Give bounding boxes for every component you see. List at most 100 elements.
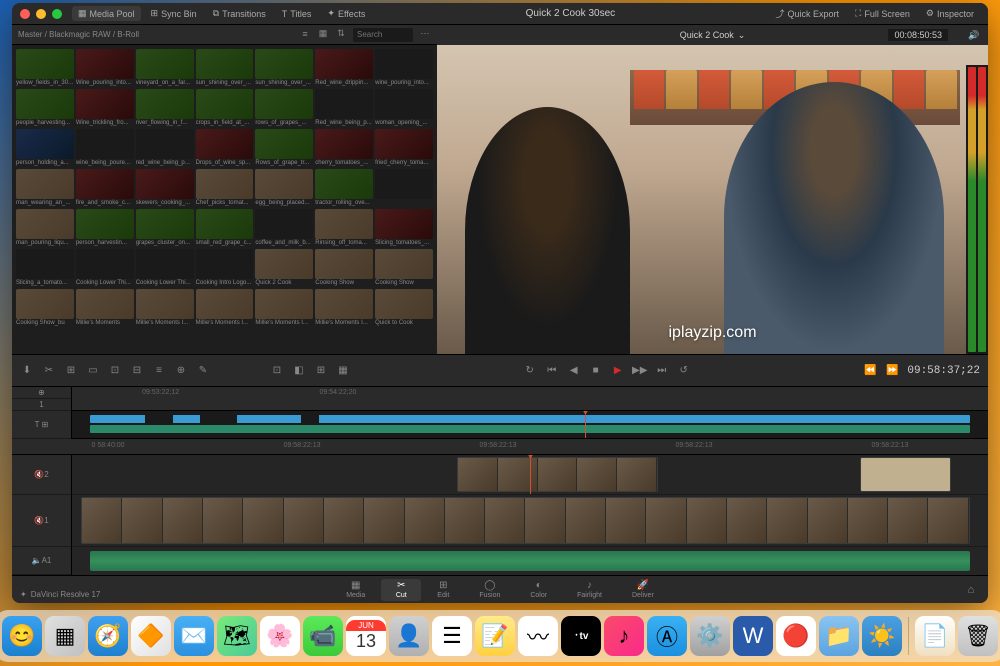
boring-detector-icon[interactable]: ⊡ xyxy=(270,364,284,378)
dock-maps[interactable]: 🗺 xyxy=(217,616,257,656)
media-clip-item[interactable]: vineyard_on_a_far... xyxy=(136,49,194,87)
loop-icon[interactable]: ↻ xyxy=(523,364,537,378)
full-screen-button[interactable]: ⛶Full Screen xyxy=(849,5,916,22)
tool-icon[interactable]: ⊟ xyxy=(130,364,144,378)
home-button[interactable]: ⌂ xyxy=(964,583,978,597)
media-clip-item[interactable]: fried_cherry_toma... xyxy=(375,129,433,167)
play-button[interactable]: ▶ xyxy=(611,364,625,378)
media-clip-item[interactable]: woman_opening_... xyxy=(375,89,433,127)
media-clip-item[interactable]: rows_of_grapes_... xyxy=(255,89,313,127)
minimize-window-button[interactable] xyxy=(36,9,46,19)
grid-view-icon[interactable]: ▦ xyxy=(317,28,329,40)
dock-chrome[interactable]: 🔴 xyxy=(776,616,816,656)
media-clip-item[interactable]: Chef_picks_tomat... xyxy=(196,169,254,207)
dock-music[interactable]: ♪ xyxy=(604,616,644,656)
tab-media-pool[interactable]: ▦Media Pool xyxy=(72,6,141,21)
video-clip[interactable] xyxy=(457,457,659,492)
media-clip-item[interactable]: Millie's Moments I... xyxy=(315,289,373,327)
media-clip-item[interactable]: Cooking Show_bu xyxy=(16,289,74,327)
dock-trash[interactable]: 🗑 xyxy=(958,616,998,656)
media-clip-item[interactable]: Wine_pouring_into... xyxy=(76,49,134,87)
mute-icon[interactable]: 🔇 xyxy=(34,516,44,525)
media-clip-item[interactable]: Red_wine_being_p... xyxy=(315,89,373,127)
media-clip-item[interactable]: Millie's Moments I... xyxy=(136,289,194,327)
search-input[interactable] xyxy=(353,28,413,42)
media-clip-item[interactable]: Red_wine_drippin... xyxy=(315,49,373,87)
media-clip-item[interactable]: Slicing_tomatoes_... xyxy=(375,209,433,247)
dock-contacts[interactable]: 👤 xyxy=(389,616,429,656)
media-clip-item[interactable] xyxy=(375,169,433,207)
dock-calendar[interactable]: JUN13 xyxy=(346,616,386,656)
media-clip-item[interactable]: sun_shining_over_... xyxy=(255,49,313,87)
audio-track-1[interactable] xyxy=(72,547,988,575)
video-track-1[interactable] xyxy=(72,495,988,547)
tool-icon[interactable]: ✎ xyxy=(196,364,210,378)
viewer-clip-dropdown[interactable]: Quick 2 Cook ⌄ xyxy=(680,30,746,41)
media-clip-item[interactable]: crops_in_field_at_... xyxy=(196,89,254,127)
media-clip-item[interactable]: egg_being_placed... xyxy=(255,169,313,207)
track-index[interactable]: 1 xyxy=(12,399,71,411)
media-clip-item[interactable]: coffee_and_milk_b... xyxy=(255,209,313,247)
stop-icon[interactable]: ■ xyxy=(589,364,603,378)
playhead[interactable] xyxy=(530,455,531,494)
page-tab-cut[interactable]: ✂Cut xyxy=(381,579,421,601)
sort-icon[interactable]: ⇅ xyxy=(335,28,347,40)
media-clip-item[interactable]: Millie's Moments I... xyxy=(255,289,313,327)
tool-icon[interactable]: ⊞ xyxy=(314,364,328,378)
media-pool-grid[interactable]: yellow_fields_in_30...Wine_pouring_into.… xyxy=(12,45,437,354)
media-clip-item[interactable]: man_wearing_an_... xyxy=(16,169,74,207)
dock-word[interactable]: W xyxy=(733,616,773,656)
timeline-ruler-overview[interactable]: ⊕ 1 09:53:22;1209:54:22;20 xyxy=(12,387,988,411)
media-clip-item[interactable]: fire_and_smoke_c... xyxy=(76,169,134,207)
dock-tv[interactable]: ᛫tv xyxy=(561,616,601,656)
tool-icon[interactable]: ▦ xyxy=(336,364,350,378)
tab-transitions[interactable]: ⧉Transitions xyxy=(207,6,272,21)
page-tab-edit[interactable]: ⊞Edit xyxy=(423,579,463,601)
tool-icon[interactable]: ≡ xyxy=(152,364,166,378)
video-track-2-head[interactable]: 🔇 2 xyxy=(12,455,71,495)
media-clip-item[interactable]: Quick 2 Cook xyxy=(255,249,313,287)
tool-icon[interactable]: ✂ xyxy=(42,364,56,378)
maximize-window-button[interactable] xyxy=(52,9,62,19)
step-forward-icon[interactable]: ▶▶ xyxy=(633,364,647,378)
dock-freeform[interactable]: 〰 xyxy=(518,616,558,656)
viewer-content[interactable]: iplayzip.com xyxy=(437,45,988,354)
media-clip-item[interactable]: person_holding_a... xyxy=(16,129,74,167)
tool-icon[interactable]: ▭ xyxy=(86,364,100,378)
mute-icon[interactable]: 🔇 xyxy=(34,470,44,479)
speaker-icon[interactable]: 🔊 xyxy=(968,29,980,41)
tool-icon[interactable]: ⊕ xyxy=(174,364,188,378)
dock-mail[interactable]: ✉️ xyxy=(174,616,214,656)
tab-sync-bin[interactable]: ⊞Sync Bin xyxy=(145,6,203,21)
tracks-content[interactable] xyxy=(72,455,988,575)
media-clip-item[interactable]: wine_pouring_into... xyxy=(375,49,433,87)
video-clip-main[interactable] xyxy=(81,497,970,544)
media-clip-item[interactable]: cherry_tomatoes_... xyxy=(315,129,373,167)
tool-icon[interactable]: ⊞ xyxy=(64,364,78,378)
audio-waveform[interactable] xyxy=(90,551,969,571)
zoom-tool-icon[interactable]: ⊕ xyxy=(12,387,71,399)
media-clip-item[interactable]: person_harvestin... xyxy=(76,209,134,247)
media-clip-item[interactable]: Millie's Moments xyxy=(76,289,134,327)
solo-icon[interactable]: 🔈 xyxy=(32,556,42,565)
list-view-icon[interactable]: ≡ xyxy=(299,28,311,40)
media-clip-item[interactable]: red_wine_being_p... xyxy=(136,129,194,167)
quick-export-button[interactable]: ⤴Quick Export xyxy=(770,5,846,22)
tab-effects[interactable]: ✦Effects xyxy=(321,6,371,21)
media-clip-item[interactable]: Wine_trickling_fro... xyxy=(76,89,134,127)
media-clip-item[interactable]: Cooking Show xyxy=(315,249,373,287)
loop-icon[interactable]: ↺ xyxy=(677,364,691,378)
page-tab-fusion[interactable]: ◯Fusion xyxy=(465,579,514,601)
jog-back-icon[interactable]: ⏪ xyxy=(863,364,877,378)
options-icon[interactable]: ⋯ xyxy=(419,28,431,40)
dock-safari[interactable]: 🧭 xyxy=(88,616,128,656)
media-clip-item[interactable]: skewers_cooking_... xyxy=(136,169,194,207)
media-clip-item[interactable]: sun_shining_over_... xyxy=(196,49,254,87)
video-track-2[interactable] xyxy=(72,455,988,495)
overview-content[interactable] xyxy=(72,411,988,439)
video-clip[interactable] xyxy=(860,457,952,492)
dock-reminders[interactable]: ☰ xyxy=(432,616,472,656)
dock-photos[interactable]: 🌸 xyxy=(260,616,300,656)
dock-weather[interactable]: ☀️ xyxy=(862,616,902,656)
playhead[interactable] xyxy=(585,411,586,438)
